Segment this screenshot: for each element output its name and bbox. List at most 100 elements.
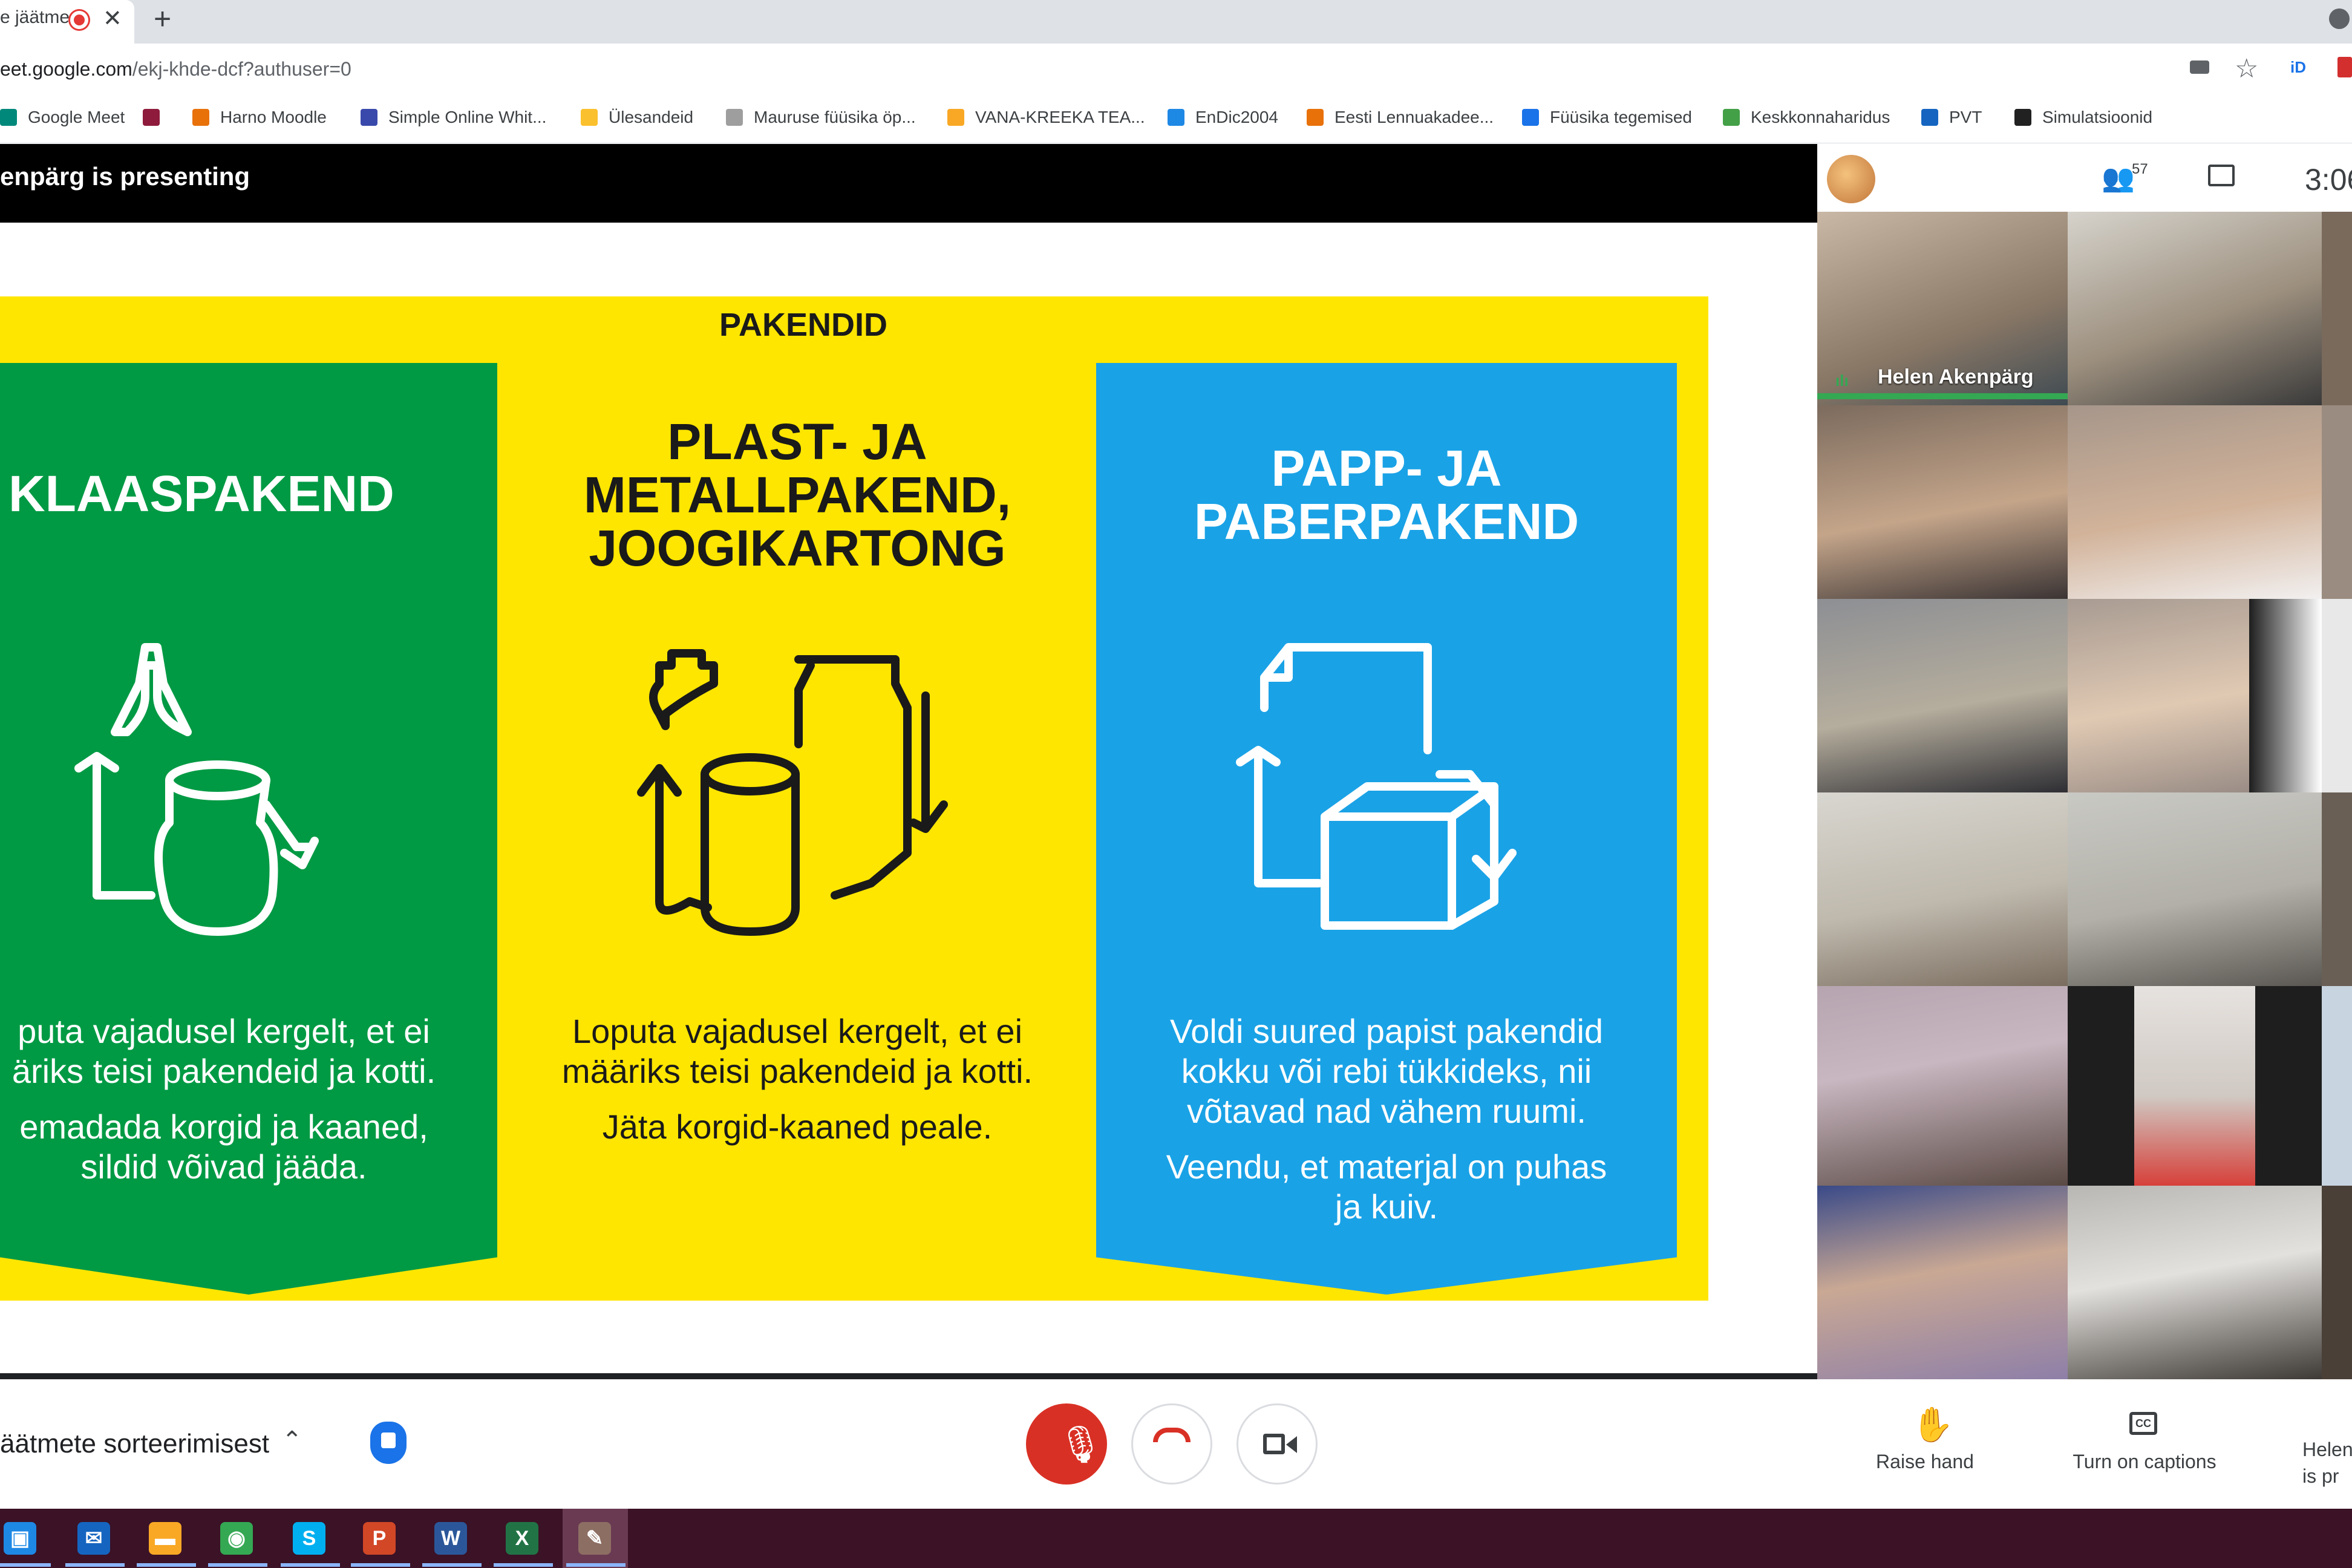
- captions-icon[interactable]: CC: [2129, 1412, 2157, 1435]
- bookmark-item[interactable]: Simple Online Whit...: [361, 105, 546, 129]
- camera-in-use-icon[interactable]: [2190, 60, 2209, 74]
- panel-title-klaaspakend: KLAASPAKEND: [8, 467, 394, 520]
- mic-off-icon: 🎙: [1057, 1424, 1104, 1465]
- browser-menu-icon[interactable]: [2329, 8, 2350, 29]
- video-tile[interactable]: [1817, 792, 2068, 986]
- video-tile[interactable]: [1817, 405, 2068, 599]
- taskbar-powerpoint-icon[interactable]: P: [363, 1522, 396, 1555]
- video-tile[interactable]: [2322, 405, 2352, 599]
- video-tile[interactable]: [2322, 792, 2352, 986]
- video-tile[interactable]: [1817, 986, 2068, 1186]
- taskbar-word-icon[interactable]: W: [434, 1522, 467, 1555]
- video-tile[interactable]: [2068, 599, 2249, 792]
- people-icon[interactable]: 👥: [2102, 162, 2135, 194]
- body-line: Jäta korgid-kaaned peale.: [602, 1108, 993, 1146]
- video-tile[interactable]: [2322, 599, 2352, 792]
- url-path: /ekj-khde-dcf?authuser=0: [132, 58, 351, 80]
- video-tile[interactable]: [2068, 212, 2322, 405]
- bookmark-label: Ülesandeid: [609, 108, 694, 126]
- presenting-status[interactable]: Helen is pr: [2302, 1436, 2352, 1489]
- video-tile[interactable]: [2068, 986, 2134, 1186]
- taskbar-mail-icon[interactable]: ✉: [77, 1522, 110, 1555]
- bookmark-item[interactable]: Eesti Lennuakadee...: [1307, 105, 1494, 129]
- taskbar-explorer-icon[interactable]: ▬: [149, 1522, 181, 1555]
- body-line: äriks teisi pakendeid ja kotti.: [11, 1052, 436, 1090]
- bookmark-item[interactable]: Google Meet: [0, 105, 125, 129]
- bookmark-item[interactable]: PVT: [1921, 105, 1982, 129]
- meeting-details-title[interactable]: äätmete sorteerimisest: [0, 1429, 269, 1459]
- panel-title-papp-paber: PAPP- JA PABERPAKEND: [1114, 442, 1659, 548]
- chat-icon[interactable]: [2208, 165, 2235, 186]
- chevron-up-icon[interactable]: ⌃: [282, 1426, 302, 1454]
- bookmark-item[interactable]: Ülesandeid: [581, 105, 693, 129]
- video-tile[interactable]: [1817, 1186, 2068, 1379]
- taskbar-paint-icon[interactable]: ✎: [578, 1522, 611, 1555]
- participants-summary[interactable]: Настя Келкка and 36 more: [1885, 151, 2020, 204]
- taskbar-store-icon[interactable]: ▣: [4, 1522, 36, 1555]
- address-bar[interactable]: [0, 44, 2352, 97]
- speaking-icon: ılı: [1835, 371, 1849, 390]
- presenter-line: is pr: [2302, 1465, 2339, 1487]
- video-tile[interactable]: [2068, 792, 2322, 986]
- taskbar-running-indicator: [351, 1563, 410, 1567]
- taskbar-skype-icon[interactable]: S: [293, 1522, 325, 1555]
- video-tile[interactable]: [2068, 405, 2322, 599]
- video-tile[interactable]: [2249, 599, 2322, 792]
- bookmark-label: Simple Online Whit...: [388, 108, 547, 126]
- taskbar-excel-icon[interactable]: X: [506, 1522, 538, 1555]
- bookmark-item[interactable]: Harno Moodle: [192, 105, 327, 129]
- video-tile[interactable]: [2255, 986, 2322, 1186]
- bookmark-item[interactable]: EnDic2004: [1168, 105, 1278, 129]
- extension-pdf-icon[interactable]: [2337, 57, 2352, 77]
- bookmark-favicon-icon: [1168, 109, 1184, 126]
- bookmark-label: Mauruse füüsika öp...: [754, 108, 916, 126]
- bookmark-favicon-icon: [1921, 109, 1938, 126]
- new-tab-button[interactable]: +: [154, 1, 171, 36]
- bookmark-label: Keskkonnaharidus: [1751, 108, 1890, 126]
- bookmark-favicon-icon: [0, 109, 17, 126]
- panel-body-papp-paber: Voldi suured papist pakendid kokku või r…: [1096, 1011, 1677, 1227]
- panel-body-klaaspakend: puta vajadusel kergelt, et ei äriks teis…: [0, 1011, 484, 1187]
- title-line: PLAST- JA: [667, 413, 927, 470]
- bookmark-favicon-icon: [726, 109, 743, 126]
- video-tile[interactable]: [1817, 599, 2068, 792]
- bookmark-favicon-icon: [1522, 109, 1539, 126]
- tab-close-icon[interactable]: ✕: [103, 5, 122, 32]
- video-tile[interactable]: [2322, 1186, 2352, 1379]
- bookmark-item[interactable]: Füüsika tegemised: [1522, 105, 1692, 129]
- bookmark-favicon-icon: [1723, 109, 1740, 126]
- speaker-name: Helen Akenpärg: [1878, 365, 2034, 388]
- body-line: võtavad nad vähem ruumi.: [1187, 1092, 1586, 1130]
- video-tile[interactable]: [2134, 986, 2255, 1186]
- bookmark-item[interactable]: VANA-KREEKA TEA...: [947, 105, 1145, 129]
- video-tile[interactable]: [2322, 986, 2352, 1186]
- bookmark-favicon-icon: [192, 109, 209, 126]
- taskbar-running-indicator: [65, 1563, 125, 1567]
- bookmark-favicon-icon: [947, 109, 964, 126]
- taskbar-chrome-icon[interactable]: ◉: [220, 1522, 253, 1555]
- bookmark-item[interactable]: Simulatsioonid: [2014, 105, 2152, 129]
- video-tile[interactable]: [2322, 212, 2352, 405]
- bookmark-item[interactable]: Keskkonnaharidus: [1723, 105, 1890, 129]
- panel-title-plast-metall: PLAST- JA METALLPAKEND, JOOGIKARTONG: [525, 415, 1070, 575]
- camera-lens-icon: [1286, 1436, 1297, 1453]
- bookmark-star-icon[interactable]: ☆: [2235, 53, 2258, 84]
- participant-name: Настя Келкка: [1885, 153, 2020, 176]
- presenting-label: enpärg is presenting: [0, 162, 250, 191]
- raise-hand-button[interactable]: Raise hand: [1863, 1451, 1987, 1473]
- bookmark-item[interactable]: Mauruse füüsika öp...: [726, 105, 916, 129]
- url-host: eet.google.com: [0, 58, 132, 80]
- bookmark-label: Harno Moodle: [220, 108, 327, 126]
- body-line: Veendu, et materjal on puhas: [1166, 1148, 1607, 1186]
- presenter-line: Helen: [2302, 1439, 2352, 1460]
- captions-button[interactable]: Turn on captions: [2057, 1451, 2232, 1473]
- url-text[interactable]: eet.google.com/ekj-khde-dcf?authuser=0: [0, 58, 351, 80]
- leave-call-button[interactable]: [1131, 1403, 1212, 1485]
- title-line: PABERPAKEND: [1194, 493, 1579, 550]
- extension-id-icon[interactable]: iD: [2290, 58, 2306, 77]
- bookmark-item[interactable]: [143, 105, 171, 129]
- bookmark-favicon-icon: [1307, 109, 1324, 126]
- raise-hand-icon[interactable]: ✋: [1912, 1405, 1954, 1445]
- video-tile[interactable]: [2068, 1186, 2322, 1379]
- meeting-clock: 3:06: [2305, 163, 2352, 197]
